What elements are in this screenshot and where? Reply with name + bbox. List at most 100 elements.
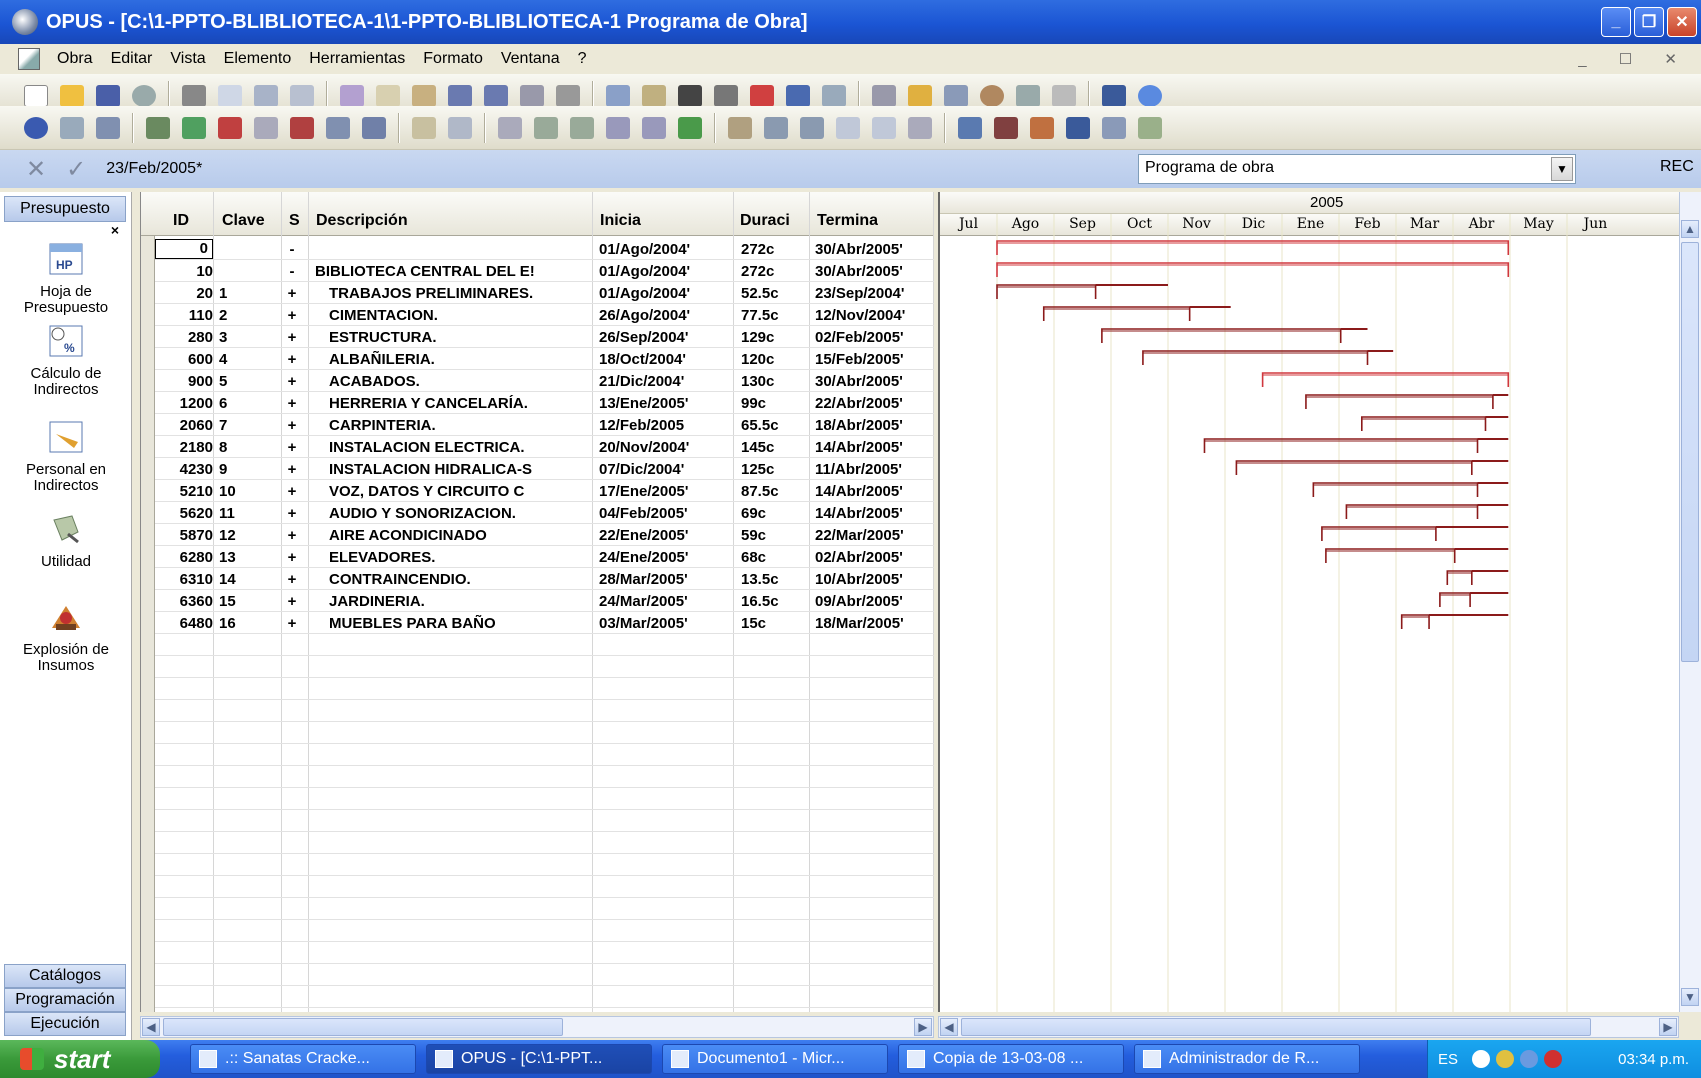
- open-folder-icon[interactable]: [60, 84, 84, 107]
- menu-help[interactable]: ?: [569, 50, 596, 68]
- cell-duracion[interactable]: 99c: [741, 395, 811, 412]
- calculator-icon[interactable]: [872, 84, 896, 107]
- col-header-duracion[interactable]: Duraci: [740, 212, 806, 230]
- opus-app-icon[interactable]: [12, 9, 38, 35]
- table-row[interactable]: 20 1 + TRABAJOS PRELIMINARES. 01/Ago/2004' 52…: [155, 282, 934, 304]
- settings-icon[interactable]: [1102, 84, 1126, 107]
- cell-clave[interactable]: 14: [219, 571, 279, 588]
- restore-button[interactable]: ❐: [1634, 7, 1664, 37]
- cell-summary[interactable]: +: [279, 439, 305, 456]
- cell-descripcion[interactable]: CONTRAINCENDIO.: [315, 571, 593, 588]
- chart-icon[interactable]: [750, 84, 774, 107]
- cell-termina[interactable]: 14/Abr/2005': [815, 439, 934, 456]
- gantt-task-bar[interactable]: [1042, 306, 1231, 321]
- cell-duracion[interactable]: 68c: [741, 549, 811, 566]
- cell-clave[interactable]: 3: [219, 329, 279, 346]
- save-icon[interactable]: [96, 84, 120, 107]
- find-icon[interactable]: [714, 84, 738, 107]
- minus-icon[interactable]: [606, 116, 630, 139]
- cell-termina[interactable]: 22/Mar/2005': [815, 527, 934, 544]
- cell-inicia[interactable]: 03/Mar/2005': [599, 615, 735, 632]
- edit-value-field[interactable]: 23/Feb/2005*: [106, 160, 202, 178]
- menu-obra[interactable]: Obra: [48, 50, 102, 68]
- gantt-task-bar[interactable]: [1325, 548, 1509, 563]
- cell-inicia[interactable]: 01/Ago/2004': [599, 263, 735, 280]
- cell-id[interactable]: 6280: [155, 549, 213, 566]
- cell-descripcion[interactable]: ELEVADORES.: [315, 549, 593, 566]
- cell-id[interactable]: 20: [155, 285, 213, 302]
- cell-duracion[interactable]: 59c: [741, 527, 811, 544]
- cell-summary[interactable]: +: [279, 307, 305, 324]
- scrollbar-thumb[interactable]: [1681, 242, 1699, 662]
- chevron-down-icon[interactable]: ▼: [1551, 157, 1573, 181]
- start-button[interactable]: start: [0, 1040, 160, 1078]
- info-icon[interactable]: [24, 116, 48, 139]
- menu-herramientas[interactable]: Herramientas: [300, 50, 414, 68]
- properties-icon[interactable]: [728, 116, 752, 139]
- cell-inicia[interactable]: 13/Ene/2005': [599, 395, 735, 412]
- cell-termina[interactable]: 30/Abr/2005': [815, 373, 934, 390]
- monitor-tray-icon[interactable]: [1520, 1050, 1539, 1068]
- table-row[interactable]: 2060 7 + CARPINTERIA. 12/Feb/2005 65.5c 18/Abr…: [155, 414, 934, 436]
- spellcheck-icon[interactable]: [340, 84, 364, 107]
- gantt-task-bar[interactable]: [1235, 460, 1509, 475]
- title-bar[interactable]: OPUS - [C:\1-PPTO-BLIBLIOTECA-1\1-PPTO-B…: [0, 0, 1701, 44]
- gantt-task-bar[interactable]: [996, 262, 1510, 277]
- cell-inicia[interactable]: 04/Feb/2005': [599, 505, 735, 522]
- table-row[interactable]: 5870 12 + AIRE ACONDICINADO 22/Ene/2005' 59c 2…: [155, 524, 934, 546]
- cell-inicia[interactable]: 26/Sep/2004': [599, 329, 735, 346]
- cell-id[interactable]: 110: [155, 307, 213, 324]
- cell-termina[interactable]: 18/Abr/2005': [815, 417, 934, 434]
- cell-termina[interactable]: 11/Abr/2005': [815, 461, 934, 478]
- table-row[interactable]: 6310 14 + CONTRAINCENDIO. 28/Mar/2005' 13.5c 1…: [155, 568, 934, 590]
- cell-inicia[interactable]: 21/Dic/2004': [599, 373, 735, 390]
- cell-id[interactable]: 0: [155, 239, 213, 259]
- taskbar-item[interactable]: Copia de 13-03-08 ...: [898, 1044, 1124, 1074]
- cell-id[interactable]: 600: [155, 351, 213, 368]
- export-icon[interactable]: [254, 84, 278, 107]
- delete-icon[interactable]: [678, 84, 702, 107]
- print-preview-icon[interactable]: [218, 84, 242, 107]
- gantt-task-bar[interactable]: [1400, 614, 1509, 629]
- edit-icon[interactable]: [642, 84, 666, 107]
- cell-inicia[interactable]: 01/Ago/2004': [599, 241, 735, 258]
- cell-id[interactable]: 6360: [155, 593, 213, 610]
- taskbar-item[interactable]: Documento1 - Micr...: [662, 1044, 888, 1074]
- cell-termina[interactable]: 30/Abr/2005': [815, 263, 934, 280]
- insert-row-icon[interactable]: [606, 84, 630, 107]
- search-icon[interactable]: [132, 84, 156, 107]
- cell-descripcion[interactable]: HERRERIA Y CANCELARÍA.: [315, 395, 593, 412]
- numbering-icon[interactable]: [786, 84, 810, 107]
- cell-clave[interactable]: 12: [219, 527, 279, 544]
- taskbar-item-active[interactable]: OPUS - [C:\1-PPT...: [426, 1044, 652, 1074]
- plus-icon[interactable]: [642, 116, 666, 139]
- cost-icon[interactable]: [1138, 116, 1162, 139]
- nav-personal-indirectos[interactable]: Personal en Indirectos: [0, 418, 132, 494]
- col-header-descripcion[interactable]: Descripción: [316, 212, 408, 230]
- cell-termina[interactable]: 22/Abr/2005': [815, 395, 934, 412]
- paste-icon[interactable]: [412, 84, 436, 107]
- cell-duracion[interactable]: 130c: [741, 373, 811, 390]
- gantt-task-bar[interactable]: [1446, 570, 1509, 585]
- new-icon[interactable]: [24, 84, 48, 107]
- nav-utilidad[interactable]: Utilidad: [0, 510, 132, 570]
- scroll-down-icon[interactable]: ▼: [1681, 988, 1699, 1006]
- resources-icon[interactable]: [290, 116, 314, 139]
- cell-duracion[interactable]: 13.5c: [741, 571, 811, 588]
- gantt-task-bar[interactable]: [1312, 482, 1509, 497]
- cell-summary[interactable]: +: [279, 593, 305, 610]
- cell-descripcion[interactable]: AUDIO Y SONORIZACION.: [315, 505, 593, 522]
- cell-descripcion[interactable]: ALBAÑILERIA.: [315, 351, 593, 368]
- gantt-task-bar[interactable]: [1321, 526, 1509, 541]
- close-button[interactable]: ✕: [1667, 7, 1697, 37]
- cell-inicia[interactable]: 24/Mar/2005': [599, 593, 735, 610]
- scissors-icon[interactable]: [254, 116, 278, 139]
- book-icon[interactable]: [60, 116, 84, 139]
- grid-view-icon[interactable]: [836, 116, 860, 139]
- image-icon[interactable]: [944, 84, 968, 107]
- report-icon[interactable]: [290, 84, 314, 107]
- cell-clave[interactable]: 10: [219, 483, 279, 500]
- cell-id[interactable]: 2060: [155, 417, 213, 434]
- language-indicator[interactable]: ES: [1438, 1051, 1458, 1068]
- cell-termina[interactable]: 09/Abr/2005': [815, 593, 934, 610]
